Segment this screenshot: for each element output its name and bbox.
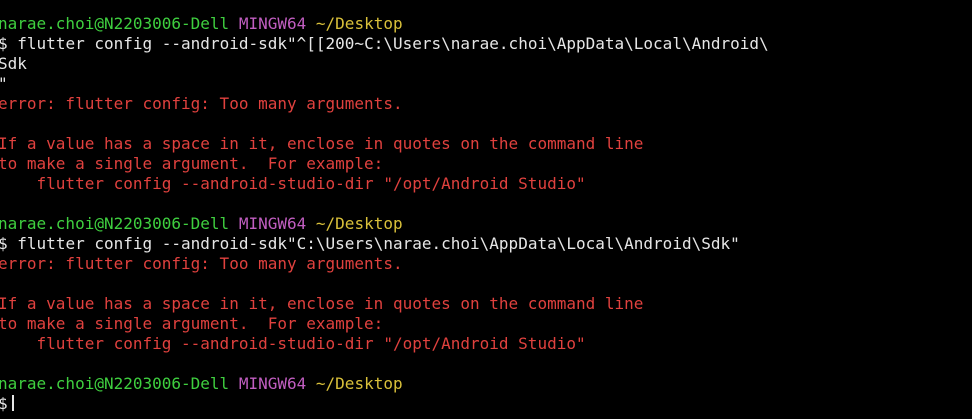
- prompt-user-host: narae.choi@N2203006-Dell: [0, 374, 230, 393]
- help-example-line: flutter config --android-studio-dir "/op…: [0, 334, 972, 354]
- command-text: ": [0, 74, 8, 93]
- terminal-window[interactable]: narae.choi@N2203006-Dell MINGW64 ~/Deskt…: [0, 0, 972, 419]
- error-text: error: flutter config: Too many argument…: [0, 254, 403, 273]
- command-text: flutter config --android-sdk"^[[200~C:\U…: [17, 34, 769, 53]
- help-line: If a value has a space in it, enclose in…: [0, 294, 972, 314]
- help-text: If a value has a space in it, enclose in…: [0, 294, 644, 313]
- error-line: error: flutter config: Too many argument…: [0, 254, 972, 274]
- prompt-line: narae.choi@N2203006-Dell MINGW64 ~/Deskt…: [0, 374, 972, 394]
- prompt-cwd: ~/Desktop: [315, 214, 403, 233]
- error-line: error: flutter config: Too many argument…: [0, 94, 972, 114]
- command-text: flutter config --android-sdk"C:\Users\na…: [17, 234, 740, 253]
- prompt-shell: MINGW64: [238, 214, 307, 233]
- prompt-cwd: ~/Desktop: [315, 374, 403, 393]
- help-example-text: flutter config --android-studio-dir "/op…: [0, 334, 586, 353]
- command-line: $ flutter config --android-sdk"C:\Users\…: [0, 234, 972, 254]
- prompt-cwd: ~/Desktop: [315, 14, 403, 33]
- command-line: $ flutter config --android-sdk"^[[200~C:…: [0, 34, 972, 54]
- command-continuation: ": [0, 74, 972, 94]
- prompt-symbol: $: [0, 34, 8, 53]
- active-input-line[interactable]: $: [0, 394, 972, 414]
- help-text: to make a single argument. For example:: [0, 314, 384, 333]
- prompt-user-host: narae.choi@N2203006-Dell: [0, 14, 230, 33]
- command-text: Sdk: [0, 54, 27, 73]
- prompt-user-host: narae.choi@N2203006-Dell: [0, 214, 230, 233]
- prompt-symbol: $: [0, 234, 8, 253]
- prompt-symbol: $: [0, 394, 8, 413]
- prompt-line: narae.choi@N2203006-Dell MINGW64 ~/Deskt…: [0, 214, 972, 234]
- help-line: If a value has a space in it, enclose in…: [0, 134, 972, 154]
- help-text: to make a single argument. For example:: [0, 154, 384, 173]
- prompt-shell: MINGW64: [238, 14, 307, 33]
- help-example-line: flutter config --android-studio-dir "/op…: [0, 174, 972, 194]
- error-text: error: flutter config: Too many argument…: [0, 94, 403, 113]
- prompt-shell: MINGW64: [238, 374, 307, 393]
- help-text: If a value has a space in it, enclose in…: [0, 134, 644, 153]
- help-example-text: flutter config --android-studio-dir "/op…: [0, 174, 586, 193]
- help-line: to make a single argument. For example:: [0, 314, 972, 334]
- command-continuation: Sdk: [0, 54, 972, 74]
- text-cursor: [11, 395, 14, 411]
- prompt-line: narae.choi@N2203006-Dell MINGW64 ~/Deskt…: [0, 14, 972, 34]
- help-line: to make a single argument. For example:: [0, 154, 972, 174]
